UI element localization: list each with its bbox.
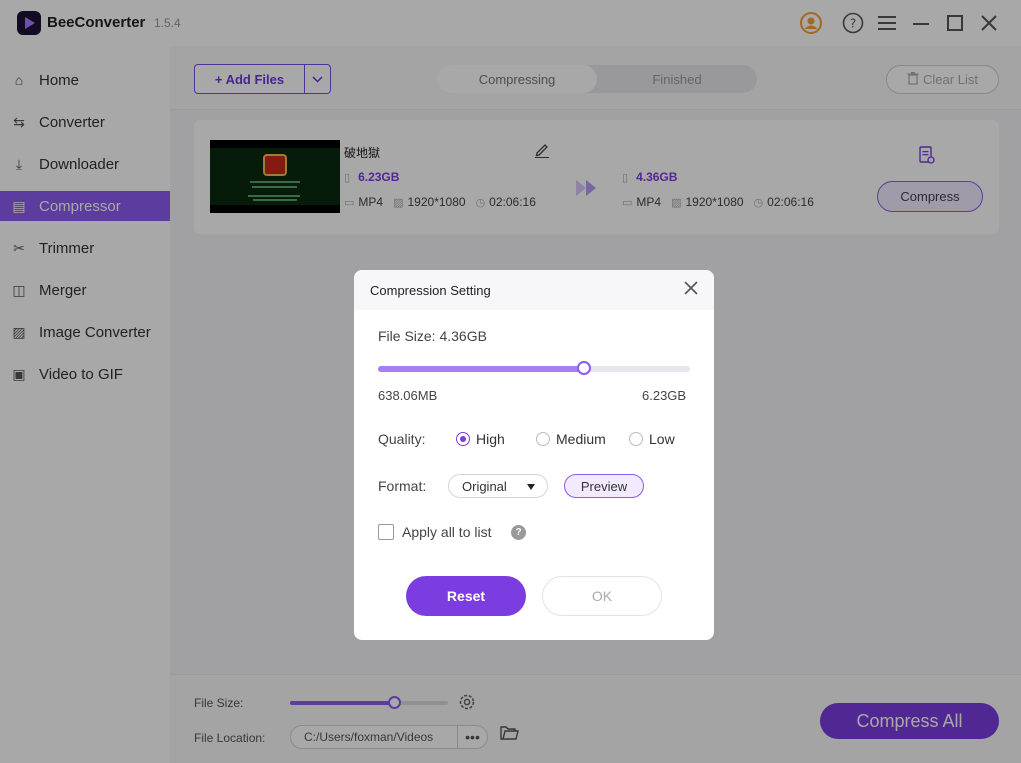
slider-min-label: 638.06MB bbox=[378, 388, 438, 403]
compression-slider[interactable] bbox=[378, 361, 690, 375]
radio-circle[interactable] bbox=[456, 432, 470, 446]
format-value: Original bbox=[462, 478, 507, 494]
radio-circle[interactable] bbox=[536, 432, 550, 446]
apply-all-label: Apply all to list bbox=[402, 524, 492, 540]
dialog-header: Compression Setting bbox=[354, 270, 714, 310]
help-icon[interactable]: ? bbox=[511, 525, 526, 540]
ok-button[interactable]: OK bbox=[542, 576, 662, 616]
dialog-file-size: File Size: 4.36GB bbox=[378, 328, 487, 344]
slider-max-label: 6.23GB bbox=[642, 388, 687, 403]
quality-high-label: High bbox=[476, 431, 505, 447]
quality-low-label: Low bbox=[649, 431, 675, 447]
apply-all-checkbox[interactable] bbox=[378, 524, 394, 540]
radio-circle[interactable] bbox=[629, 432, 643, 446]
quality-label: Quality: bbox=[378, 431, 426, 447]
caret-down-icon bbox=[527, 484, 535, 490]
format-select[interactable]: Original bbox=[448, 474, 548, 498]
quality-low-radio[interactable]: Low bbox=[629, 431, 675, 447]
reset-button[interactable]: Reset bbox=[406, 576, 526, 616]
dialog-title: Compression Setting bbox=[370, 283, 491, 298]
compression-slider-fill bbox=[378, 366, 584, 372]
compression-setting-dialog: Compression Setting File Size: 4.36GB 63… bbox=[354, 270, 714, 640]
compression-slider-knob[interactable] bbox=[577, 361, 591, 375]
quality-medium-label: Medium bbox=[556, 431, 606, 447]
format-label: Format: bbox=[378, 478, 427, 494]
quality-medium-radio[interactable]: Medium bbox=[536, 431, 606, 447]
preview-button[interactable]: Preview bbox=[564, 474, 644, 498]
quality-high-radio[interactable]: High bbox=[456, 431, 505, 447]
close-icon[interactable] bbox=[684, 279, 698, 299]
